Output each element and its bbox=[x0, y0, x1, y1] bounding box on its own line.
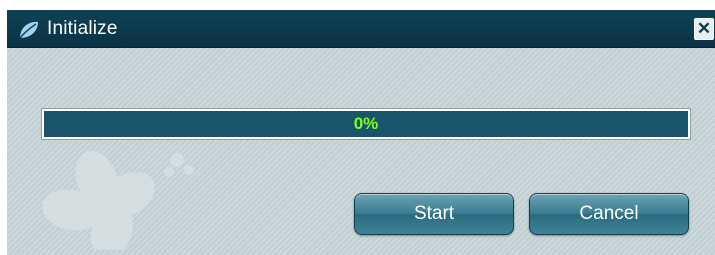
progress-label: 0% bbox=[353, 114, 379, 133]
close-icon: ✕ bbox=[696, 19, 712, 38]
title-bar[interactable]: Initialize ✕ bbox=[7, 10, 715, 48]
flower-watermark-icon bbox=[42, 150, 194, 250]
start-button[interactable]: Start bbox=[354, 193, 514, 235]
cancel-button[interactable]: Cancel bbox=[529, 193, 689, 235]
close-button[interactable]: ✕ bbox=[694, 18, 714, 40]
window-title: Initialize bbox=[47, 18, 118, 39]
initialize-dialog: Initialize ✕ 0% Start Cancel bbox=[7, 10, 715, 255]
leaf-icon bbox=[19, 21, 38, 39]
progress-bar: 0% bbox=[42, 109, 690, 139]
